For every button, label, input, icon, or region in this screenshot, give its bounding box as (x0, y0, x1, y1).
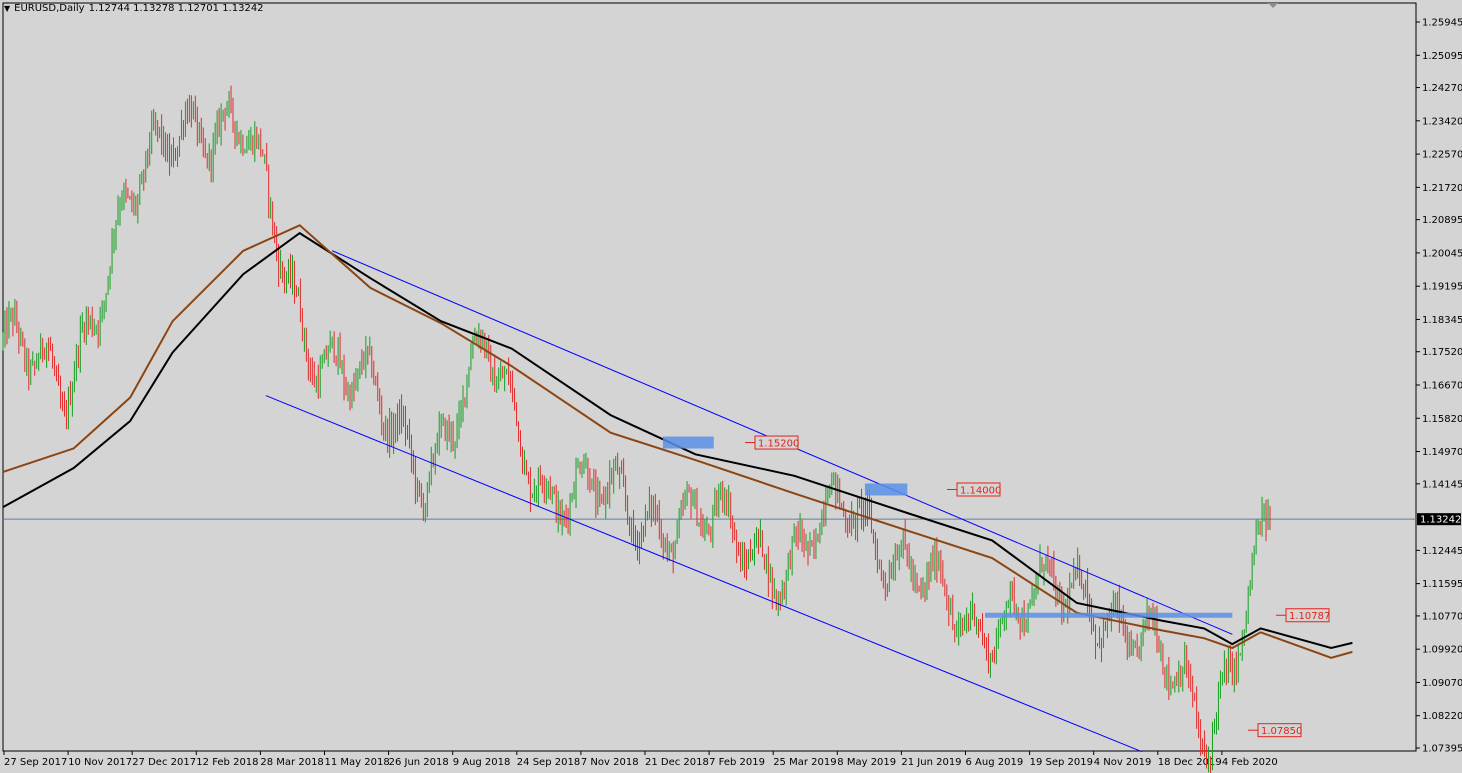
time-tick-label: 7 Feb 2019 (709, 757, 765, 768)
price-tick-label: 1.25945 (1422, 18, 1462, 29)
price-tick-label: 1.16670 (1422, 381, 1462, 392)
current-price-label: 1.13242 (1420, 515, 1461, 526)
level-label: 1.07850 (1261, 726, 1302, 737)
time-tick-label: 21 Dec 2018 (645, 757, 709, 768)
price-tick-label: 1.15820 (1422, 414, 1462, 425)
ohlc-values: 1.12744 1.13278 1.12701 1.13242 (88, 3, 264, 14)
time-tick-label: 4 Feb 2020 (1222, 757, 1278, 768)
level-label: 1.15200 (758, 439, 799, 450)
price-tick-label: 1.24270 (1422, 83, 1462, 94)
time-tick-label: 9 Aug 2018 (453, 757, 511, 768)
time-tick-label: 27 Dec 2017 (132, 757, 196, 768)
time-tick-label: 6 Aug 2019 (966, 757, 1024, 768)
price-tick-label: 1.21720 (1422, 183, 1462, 194)
time-tick-label: 26 Jun 2018 (389, 757, 449, 768)
price-chart[interactable]: 1.25945 1.25095 1.24270 1.23420 1.22570 1.217… (0, 0, 1462, 773)
time-tick-label: 24 Sep 2018 (517, 757, 580, 768)
price-tick-label: 1.08220 (1422, 711, 1462, 722)
level-label: 1.10787 (1289, 611, 1330, 622)
price-tick-label: 1.11595 (1422, 579, 1462, 590)
chart-menu-triangle-icon[interactable]: ▼ (4, 4, 10, 13)
channel-trendline[interactable] (265, 395, 1143, 753)
price-tick-label: 1.14145 (1422, 479, 1462, 490)
chart-info-header: ▼ EURUSD,Daily 1.12744 1.13278 1.12701 1… (4, 3, 264, 14)
price-tick-label: 1.17520 (1422, 347, 1462, 358)
time-tick-label: 7 Nov 2018 (581, 757, 639, 768)
chart-window[interactable]: 1.25945 1.25095 1.24270 1.23420 1.22570 1.217… (0, 0, 1462, 773)
price-tick-label: 1.10770 (1422, 611, 1462, 622)
time-tick-label: 21 Jun 2019 (901, 757, 961, 768)
price-tick-label: 1.20895 (1422, 215, 1462, 226)
price-tick-label: 1.14970 (1422, 447, 1462, 458)
price-zone[interactable] (662, 436, 714, 449)
price-tick-label: 1.09070 (1422, 678, 1462, 689)
time-tick-label: 27 Sep 2017 (4, 757, 67, 768)
price-tick-label: 1.09920 (1422, 645, 1462, 656)
time-tick-label: 12 Feb 2018 (196, 757, 258, 768)
price-tick-label: 1.22570 (1422, 150, 1462, 161)
price-zone[interactable] (864, 483, 908, 496)
price-tick-label: 1.18345 (1422, 315, 1462, 326)
price-zone[interactable] (985, 612, 1233, 618)
level-label: 1.14000 (960, 485, 1001, 496)
price-tick-label: 1.12445 (1422, 546, 1462, 557)
time-tick-label: 11 May 2018 (325, 757, 390, 768)
time-tick-label: 8 May 2019 (837, 757, 896, 768)
time-tick-label: 4 Nov 2019 (1094, 757, 1152, 768)
price-tick-label: 1.23420 (1422, 116, 1462, 127)
time-tick-label: 25 Mar 2019 (773, 757, 836, 768)
price-tick-label: 1.25095 (1422, 51, 1462, 62)
time-tick-label: 19 Sep 2019 (1030, 757, 1093, 768)
candles-layer (2, 85, 1271, 773)
time-tick-label: 10 Nov 2017 (68, 757, 132, 768)
price-tick-label: 1.20045 (1422, 248, 1462, 259)
scroll-marker-icon[interactable] (1268, 3, 1278, 8)
price-tick-label: 1.19195 (1422, 282, 1462, 293)
time-tick-label: 28 Mar 2018 (260, 757, 323, 768)
price-tick-label: 1.07395 (1422, 744, 1462, 755)
symbol-timeframe: EURUSD,Daily (14, 3, 85, 14)
